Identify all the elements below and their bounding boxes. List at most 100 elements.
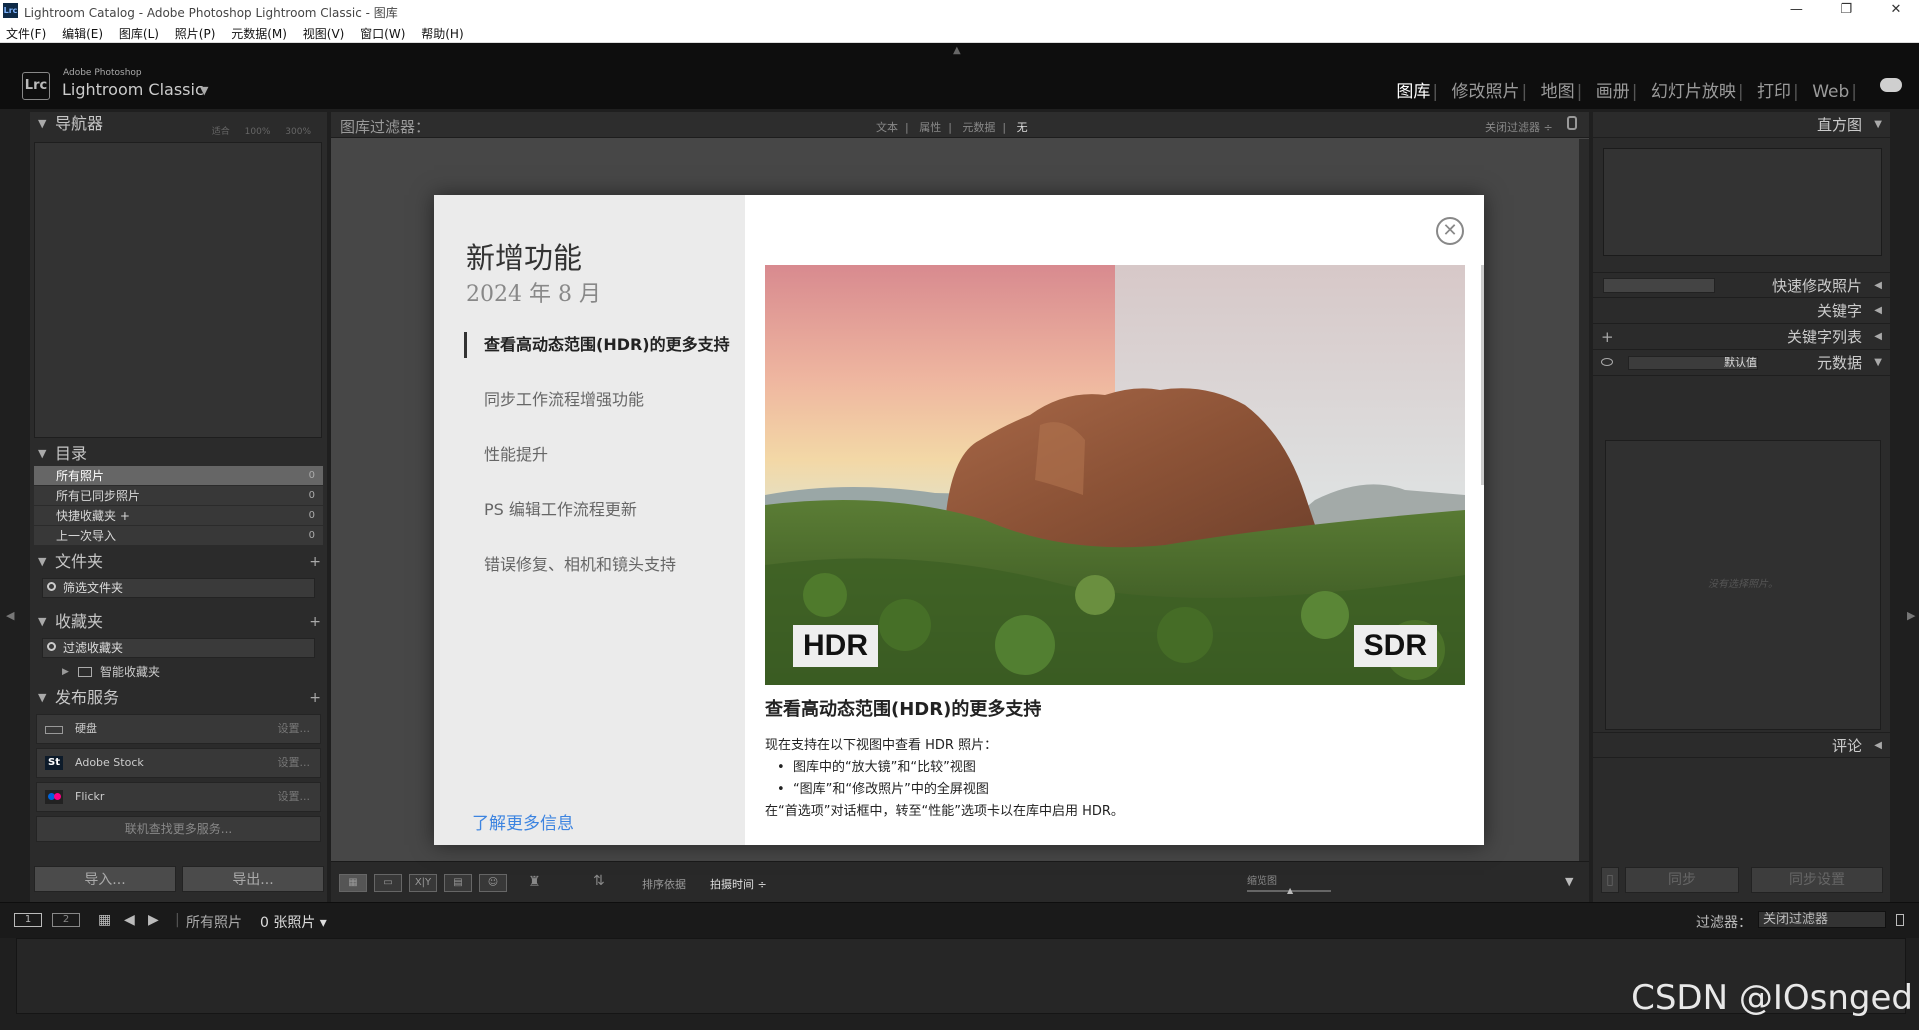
histogram-header[interactable]: 直方图 ▼ [1593,112,1890,138]
sort-direction-icon[interactable]: ⇅ [593,873,605,889]
service-setup-link[interactable]: 设置... [278,715,311,743]
service-setup-link[interactable]: 设置... [278,749,311,777]
navigator-header[interactable]: ▼ 导航器 适合 100% 300% [30,112,327,137]
collapse-top-arrow-icon[interactable]: ▲ [953,45,961,56]
folders-header[interactable]: ▼ 文件夹 + [30,550,327,574]
people-view-icon[interactable]: ☺ [479,874,507,892]
catalog-header[interactable]: ▼ 目录 [30,442,327,466]
module-develop[interactable]: 修改照片 [1451,82,1519,102]
cloud-sync-icon[interactable] [1880,78,1902,92]
grid-scrollbar[interactable] [1579,139,1589,861]
filter-none[interactable]: 无 [1017,121,1028,134]
sync-button[interactable]: 同步 [1625,867,1739,893]
publish-hard-drive[interactable]: 硬盘 设置... [36,714,321,744]
menu-library[interactable]: 图库(L) [113,22,165,42]
catalog-row-all-photos[interactable]: 所有照片 0 [34,466,323,486]
forward-arrow-icon[interactable]: ▶ [148,912,159,928]
thumbnail-slider-knob[interactable]: ▲ [1287,886,1293,895]
zoom-100[interactable]: 100% [245,127,271,137]
close-window-button[interactable]: ✕ [1873,0,1919,20]
publish-flickr[interactable]: Flickr 设置... [36,782,321,812]
module-slideshow[interactable]: 幻灯片放映 [1651,82,1736,102]
painter-icon[interactable]: ♜ [528,874,541,890]
menu-window[interactable]: 窗口(W) [354,22,411,42]
filmstrip-filter-select[interactable]: 关闭过滤器 [1758,911,1886,928]
module-map[interactable]: 地图 [1541,82,1575,102]
metadata-header[interactable]: 默认值 元数据 ▼ [1593,350,1890,376]
catalog-row-quick-collection[interactable]: 快捷收藏夹 + 0 [34,506,323,526]
compare-view-icon[interactable]: X|Y [409,874,437,892]
primary-window-button[interactable]: 1 [14,913,42,927]
survey-view-icon[interactable]: ▤ [444,874,472,892]
quick-develop-header[interactable]: 快速修改照片 ◀ [1593,272,1890,298]
dialog-scrollbar[interactable] [1481,265,1484,485]
keyword-list-header[interactable]: + 关键字列表 ◀ [1593,324,1890,350]
secondary-window-button[interactable]: 2 [52,913,80,927]
feature-item-hdr[interactable]: 查看高动态范围(HDR)的更多支持 [484,335,734,355]
add-keyword-icon[interactable]: + [1601,324,1614,350]
module-web[interactable]: Web [1812,82,1849,102]
zoom-fit[interactable]: 适合 [212,127,230,137]
add-collection-icon[interactable]: + [309,610,321,634]
minimize-button[interactable]: — [1773,0,1819,20]
grid-view-icon[interactable]: ▦ [339,874,367,892]
expand-triangle-icon[interactable]: ▶ [62,662,69,682]
saved-preset-select[interactable] [1603,278,1715,293]
keywording-header[interactable]: 关键字 ◀ [1593,298,1890,324]
learn-more-link[interactable]: 了解更多信息 [472,809,574,834]
publish-header[interactable]: ▼ 发布服务 + [30,686,327,710]
feature-item-sync[interactable]: 同步工作流程增强功能 [484,390,734,410]
filter-text[interactable]: 文本 [876,121,898,134]
catalog-row-synced[interactable]: 所有已同步照片 0 [34,486,323,506]
folder-filter-input[interactable]: 筛选文件夹 [42,578,315,598]
export-button[interactable]: 导出... [182,866,324,892]
publish-adobe-stock[interactable]: St Adobe Stock 设置... [36,748,321,778]
module-library[interactable]: 图库 [1396,82,1430,102]
filmstrip[interactable] [16,938,1906,1014]
maximize-button[interactable]: ❐ [1823,0,1869,20]
menu-photo[interactable]: 照片(P) [169,22,222,42]
menu-metadata[interactable]: 元数据(M) [225,22,293,42]
find-more-services-button[interactable]: 联机查找更多服务... [36,816,321,842]
menu-help[interactable]: 帮助(H) [415,22,469,42]
menu-view[interactable]: 视图(V) [297,22,351,42]
left-panel-toggle-icon[interactable]: ◀ [6,609,14,622]
module-book[interactable]: 画册 [1596,82,1630,102]
filter-metadata[interactable]: 元数据 [962,121,995,134]
sync-toggle-icon[interactable]: ▯ [1601,867,1619,893]
sort-select[interactable]: 拍摄时间 ÷ [710,876,767,892]
eye-icon[interactable] [1601,358,1613,366]
filmstrip-source[interactable]: 所有照片 [186,912,242,932]
grid-icon[interactable]: ▦ [98,912,111,928]
feature-item-performance[interactable]: 性能提升 [484,445,734,465]
import-button[interactable]: 导入... [34,866,176,892]
catalog-row-previous-import[interactable]: 上一次导入 0 [34,526,323,546]
menu-file[interactable]: 文件(F) [0,22,52,42]
filter-attribute[interactable]: 属性 [919,121,941,134]
collections-header[interactable]: ▼ 收藏夹 + [30,610,327,634]
service-setup-link[interactable]: 设置... [278,783,311,811]
collection-filter-input[interactable]: 过滤收藏夹 [42,638,315,658]
sync-settings-button[interactable]: 同步设置 [1751,867,1883,893]
navigator-preview[interactable] [34,142,322,438]
lock-icon[interactable] [1567,116,1577,130]
loupe-view-icon[interactable]: ▭ [374,874,402,892]
add-folder-icon[interactable]: + [309,550,321,574]
metadata-preset-select[interactable]: 默认值 [1628,356,1758,370]
right-panel-toggle-icon[interactable]: ▶ [1907,609,1915,622]
back-arrow-icon[interactable]: ◀ [124,912,135,928]
feature-item-bugfix[interactable]: 错误修复、相机和镜头支持 [484,555,734,575]
smart-collections-row[interactable]: ▶ 智能收藏夹 [30,662,327,682]
toolbar-options-icon[interactable]: ▼ [1565,875,1573,888]
add-publish-icon[interactable]: + [309,686,321,710]
brand-dropdown-icon[interactable]: ▼ [200,84,208,97]
comments-header[interactable]: 评论 ◀ [1593,732,1890,758]
filter-lock-icon[interactable] [1896,914,1904,926]
filmstrip-count[interactable]: 0 张照片 ▾ [260,912,327,932]
filter-preset-select[interactable]: 关闭过滤器 ÷ [1485,119,1553,135]
feature-item-ps-edit[interactable]: PS 编辑工作流程更新 [484,500,734,520]
menu-edit[interactable]: 编辑(E) [56,22,109,42]
zoom-300[interactable]: 300% [285,127,311,137]
close-icon[interactable]: ✕ [1436,217,1464,245]
module-print[interactable]: 打印 [1757,82,1791,102]
